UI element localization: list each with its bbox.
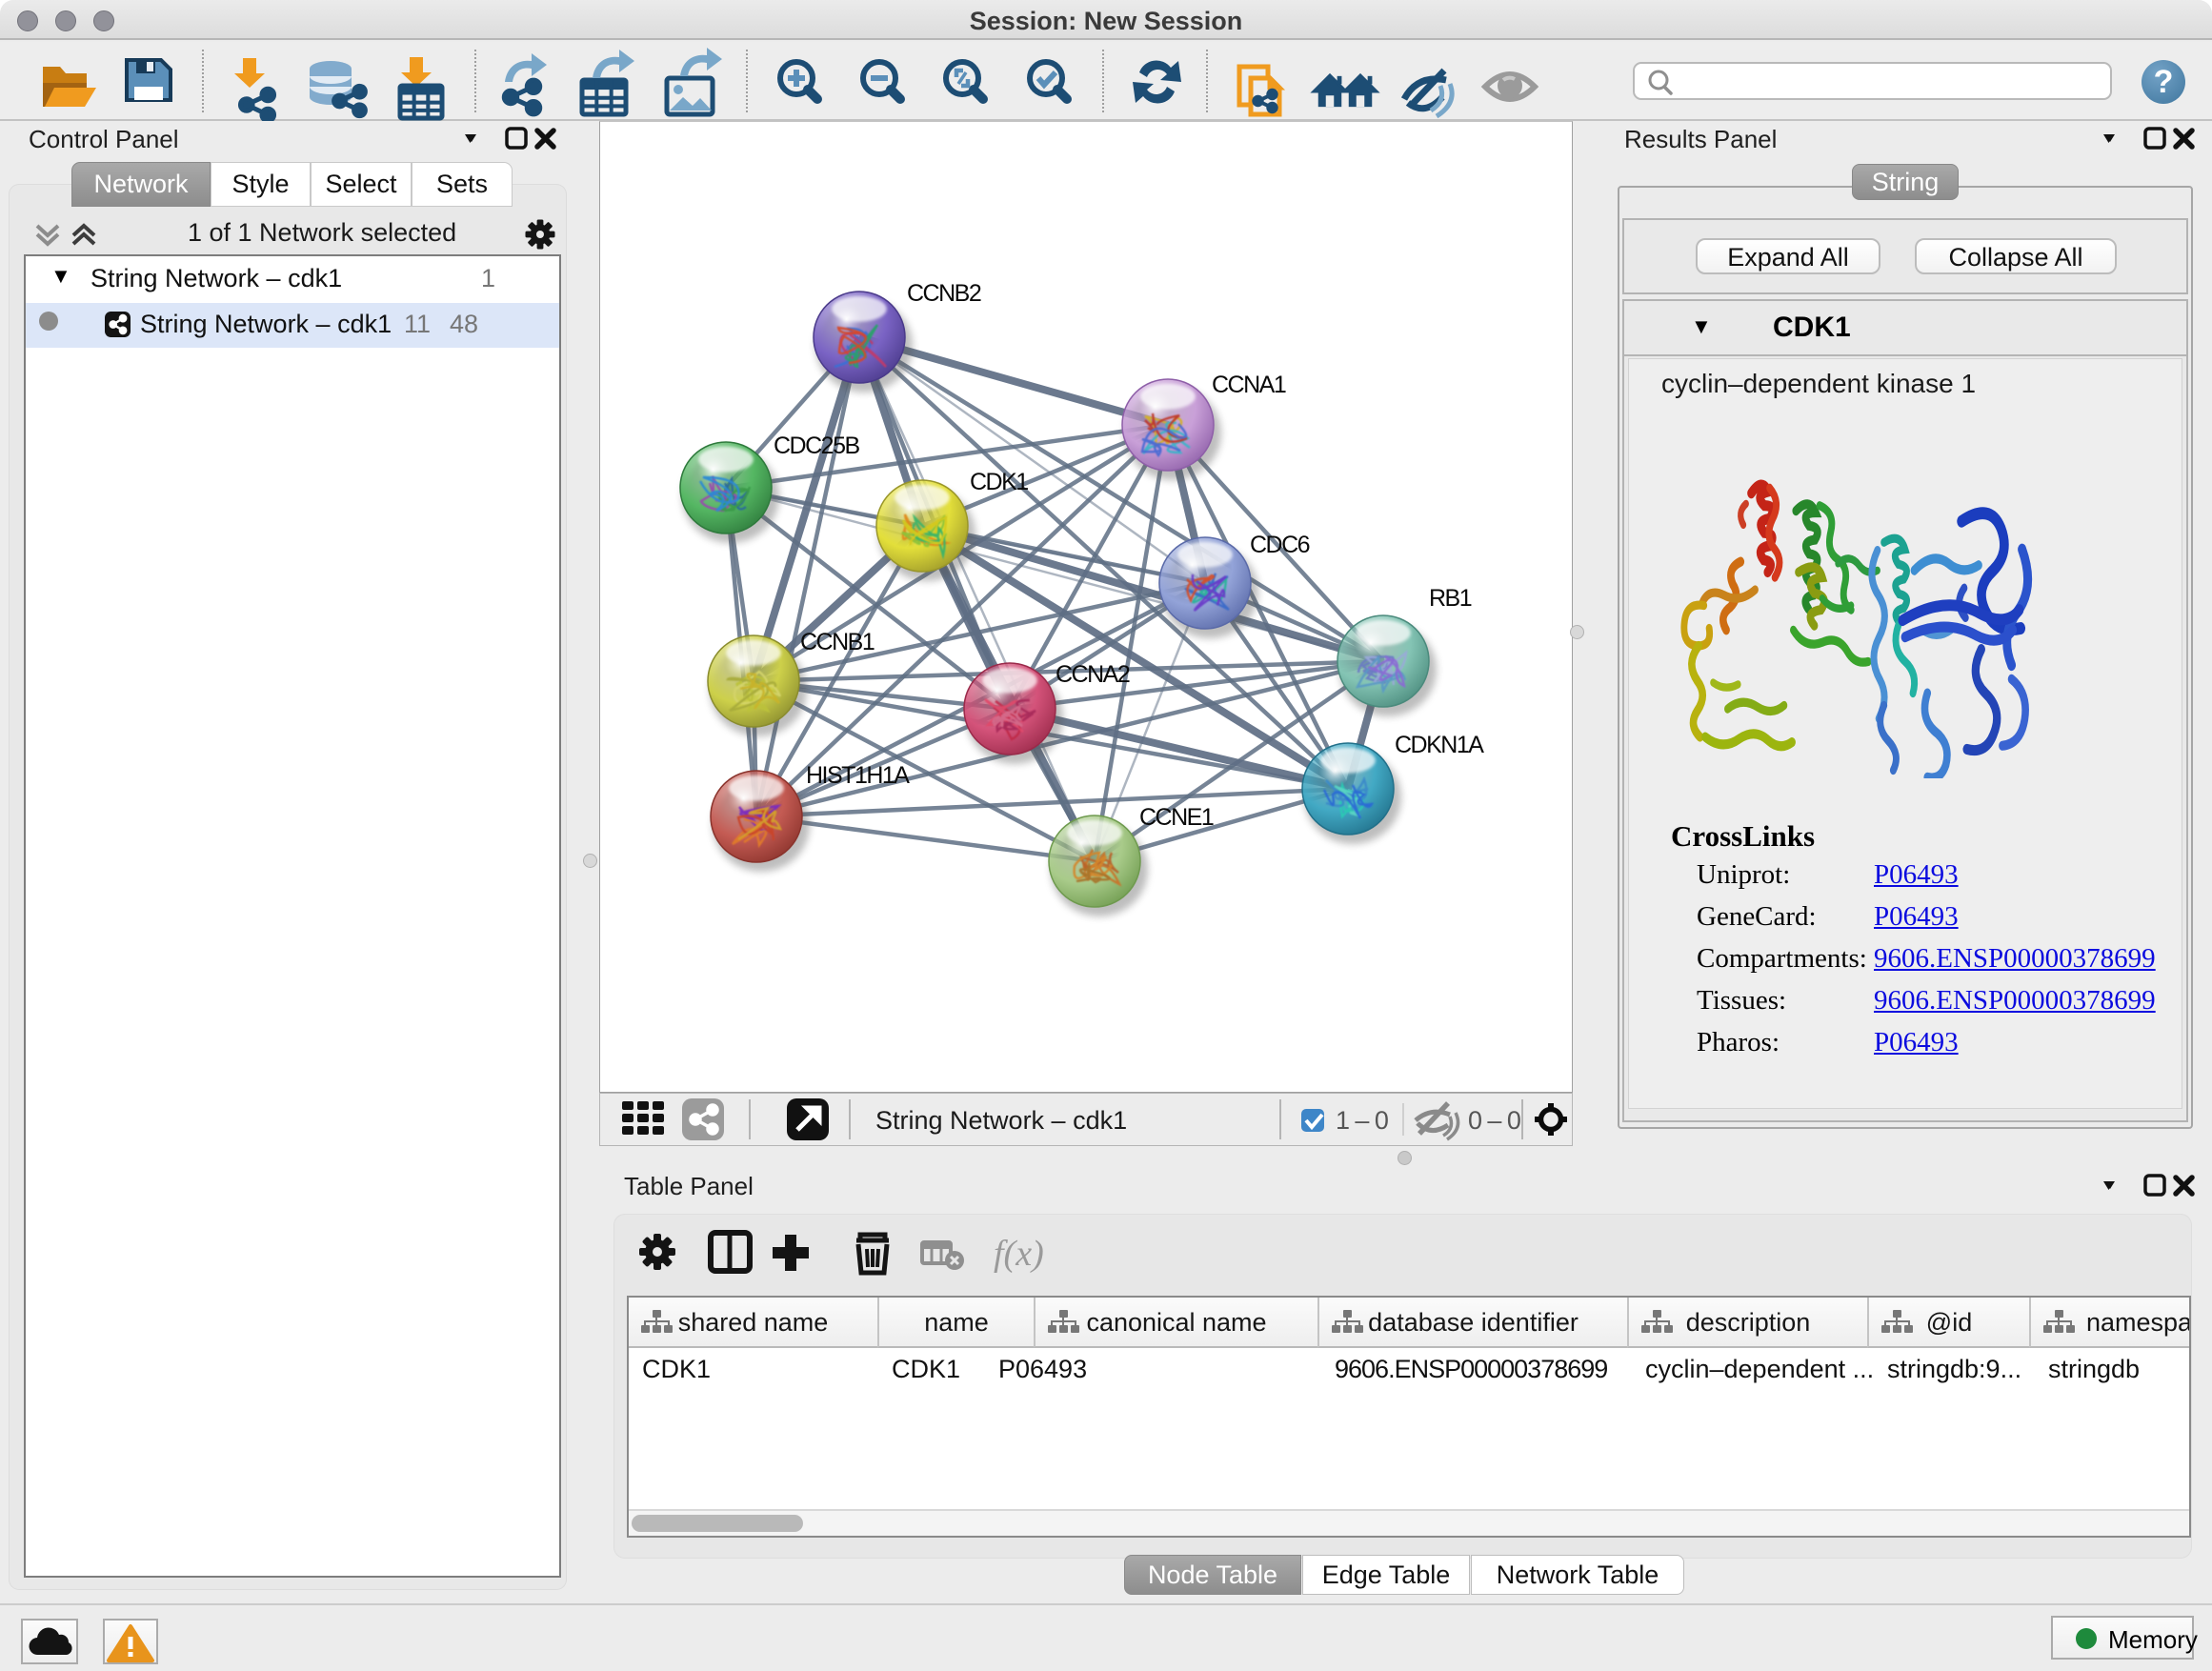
svg-text:0 – 0: 0 – 0 xyxy=(1468,1106,1521,1135)
svg-text:CCNB1: CCNB1 xyxy=(800,629,875,655)
svg-text:CDC25B: CDC25B xyxy=(774,433,859,459)
svg-text:String Network – cdk1: String Network – cdk1 xyxy=(875,1106,1127,1135)
svg-text:CCNE1: CCNE1 xyxy=(1139,804,1214,831)
svg-text:1 of 1 Network selected: 1 of 1 Network selected xyxy=(188,218,456,247)
svg-text:CCNB2: CCNB2 xyxy=(907,280,981,307)
svg-text:CCNA1: CCNA1 xyxy=(1212,372,1286,398)
svg-text:1 – 0: 1 – 0 xyxy=(1336,1106,1389,1135)
svg-text:CDKN1A: CDKN1A xyxy=(1395,732,1484,758)
svg-text:f(x): f(x) xyxy=(994,1234,1044,1274)
svg-text:CDK1: CDK1 xyxy=(970,469,1028,495)
svg-text:CCNA2: CCNA2 xyxy=(1056,661,1130,688)
svg-text:RB1: RB1 xyxy=(1429,585,1472,612)
svg-text:CDC6: CDC6 xyxy=(1250,532,1310,558)
svg-text:HIST1H1A: HIST1H1A xyxy=(806,762,910,789)
